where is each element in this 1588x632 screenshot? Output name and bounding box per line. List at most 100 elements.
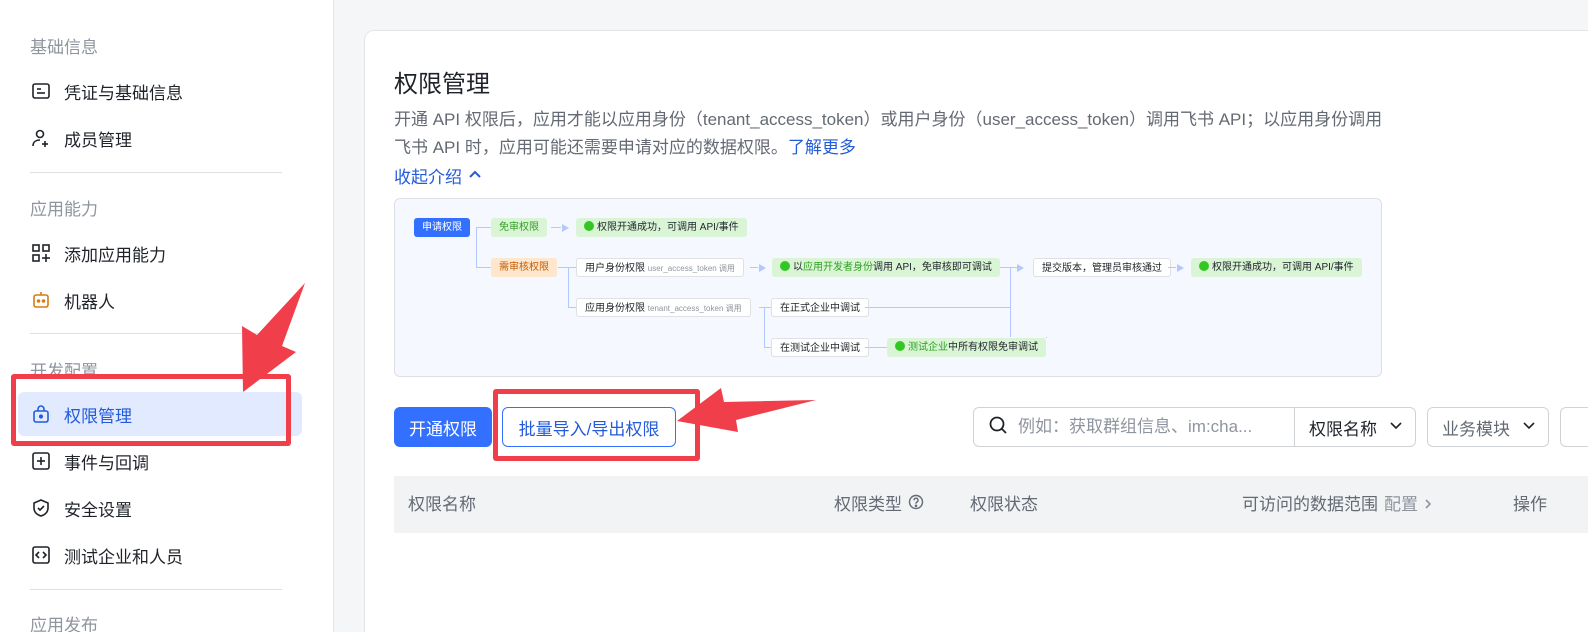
flow-dev-debug-green: 应用开发者身份 (803, 262, 873, 273)
flow-submit: 提交版本，管理员审核通过 (1033, 258, 1171, 277)
flow-review: 需审核权限 (491, 258, 557, 277)
flow-line (476, 267, 491, 268)
event-icon (30, 450, 52, 472)
flow-line (1010, 267, 1011, 337)
flow-apply: 申请权限 (414, 218, 470, 237)
collapse-label: 收起介绍 (394, 168, 462, 187)
flow-final-result-text: 权限开通成功，可调用 API/事件 (1212, 262, 1354, 273)
flow-line (568, 267, 569, 307)
col-data-scope-label: 可访问的数据范围 (1242, 495, 1378, 514)
flow-line (1046, 337, 1047, 338)
col-action: 操作 (1513, 495, 1547, 514)
filter-permission-name-select[interactable]: 权限名称 (1294, 407, 1416, 447)
filter-extra-select[interactable] (1560, 407, 1588, 447)
flow-test-debug: 在测试企业中调试 (771, 338, 869, 357)
flow-exempt-result: 权限开通成功，可调用 API/事件 (576, 218, 747, 237)
flow-test-green: 测试企业 (908, 342, 948, 353)
permission-flow-diagram: 申请权限 免审权限 权限开通成功，可调用 API/事件 需审核权限 用户身份权限… (394, 198, 1382, 377)
sidebar-item-security[interactable]: 安全设置 (18, 486, 302, 530)
permission-table-header: 权限名称 权限类型 权限状态 可访问的数据范围 配置 操作 (394, 476, 1588, 533)
search-icon (988, 415, 1008, 440)
section-title-publish: 应用发布 (30, 616, 98, 632)
flow-line (750, 267, 758, 268)
member-icon (30, 127, 52, 149)
sidebar-item-label: 凭证与基础信息 (64, 83, 183, 103)
flow-final-result: 权限开通成功，可调用 API/事件 (1191, 258, 1362, 277)
flow-app-perm: 应用身份权限 tenant_access_token 调用 (576, 298, 751, 317)
highlight-box-batch-button (493, 389, 700, 461)
chevron-down-icon (1389, 417, 1403, 437)
learn-more-link[interactable]: 了解更多 (788, 138, 856, 157)
shield-icon (30, 497, 52, 519)
check-icon (780, 261, 790, 271)
open-permission-button[interactable]: 开通权限 (394, 407, 492, 447)
col-data-scope: 可访问的数据范围 配置 (1242, 476, 1433, 533)
sidebar-item-label: 机器人 (64, 292, 115, 312)
permission-search[interactable] (973, 407, 1295, 447)
page-title: 权限管理 (394, 71, 490, 98)
flow-line (865, 347, 887, 348)
highlight-box-sidebar (11, 374, 291, 446)
col-permission-name: 权限名称 (408, 495, 476, 514)
flow-dev-debug-pre: 以 (793, 262, 803, 273)
divider (30, 333, 282, 334)
section-title-ability: 应用能力 (30, 200, 98, 219)
filter-module-label: 业务模块 (1442, 419, 1510, 439)
flow-formal-debug: 在正式企业中调试 (771, 298, 869, 317)
flow-arrow (562, 224, 569, 232)
filter-permission-name-label: 权限名称 (1309, 419, 1377, 439)
sidebar-item-label: 测试企业和人员 (64, 547, 183, 567)
flow-line (558, 267, 576, 268)
scope-config-link[interactable]: 配置 (1384, 476, 1433, 533)
flow-user-perm: 用户身份权限 user_access_token 调用 (576, 258, 744, 277)
flow-user-perm-text: 用户身份权限 (585, 263, 645, 274)
section-title-basic: 基础信息 (30, 38, 98, 57)
chevron-down-icon (1522, 417, 1536, 437)
grid-add-icon (30, 242, 52, 264)
sidebar-item-label: 安全设置 (64, 500, 132, 520)
flow-dev-debug-post: 调用 API，免审核即可调试 (873, 262, 992, 273)
sidebar-item-label: 添加应用能力 (64, 245, 166, 265)
col-permission-type: 权限类型 (834, 476, 924, 533)
flow-line (551, 227, 561, 228)
flow-exempt: 免审权限 (491, 218, 547, 237)
flow-line (1000, 267, 1017, 268)
flow-line (1168, 267, 1176, 268)
flow-arrow (759, 264, 766, 272)
flow-line (476, 227, 491, 228)
code-icon (30, 544, 52, 566)
check-icon (895, 341, 905, 351)
sidebar-item-add-ability[interactable]: 添加应用能力 (18, 231, 302, 275)
sidebar-item-members[interactable]: 成员管理 (18, 116, 302, 160)
divider (30, 589, 282, 590)
page-description: 开通 API 权限后，应用才能以应用身份（tenant_access_token… (394, 106, 1384, 162)
help-icon[interactable] (908, 476, 924, 533)
search-input[interactable] (1018, 417, 1288, 437)
flow-tenant-token: tenant_access_token 调用 (647, 304, 742, 313)
flow-line (568, 307, 576, 308)
flow-arrow (1177, 264, 1184, 272)
sidebar-item-robot[interactable]: 机器人 (18, 278, 302, 322)
flow-arrow (1017, 264, 1024, 272)
sidebar-item-label: 事件与回调 (64, 453, 149, 473)
sidebar-item-credentials[interactable]: 凭证与基础信息 (18, 69, 302, 113)
sidebar-item-test-enterprise[interactable]: 测试企业和人员 (18, 533, 302, 577)
check-icon (1199, 261, 1209, 271)
flow-app-perm-text: 应用身份权限 (585, 303, 645, 314)
flow-line (476, 227, 477, 267)
scope-config-label: 配置 (1384, 495, 1418, 514)
flow-user-token: user_access_token 调用 (647, 264, 735, 273)
description-text: 开通 API 权限后，应用才能以应用身份（tenant_access_token… (394, 110, 1383, 157)
flow-dev-debug: 以应用开发者身份调用 API，免审核即可调试 (772, 258, 1000, 277)
credential-icon (30, 80, 52, 102)
flow-line (764, 307, 765, 347)
flow-line (759, 307, 771, 308)
filter-module-select[interactable]: 业务模块 (1427, 407, 1549, 447)
col-permission-type-label: 权限类型 (834, 495, 902, 514)
check-icon (584, 221, 594, 231)
robot-icon (30, 289, 52, 311)
sidebar-item-label: 成员管理 (64, 130, 132, 150)
flow-test-post: 中所有权限免审调试 (948, 342, 1038, 353)
flow-line (764, 347, 771, 348)
collapse-intro-toggle[interactable]: 收起介绍 (394, 163, 482, 188)
